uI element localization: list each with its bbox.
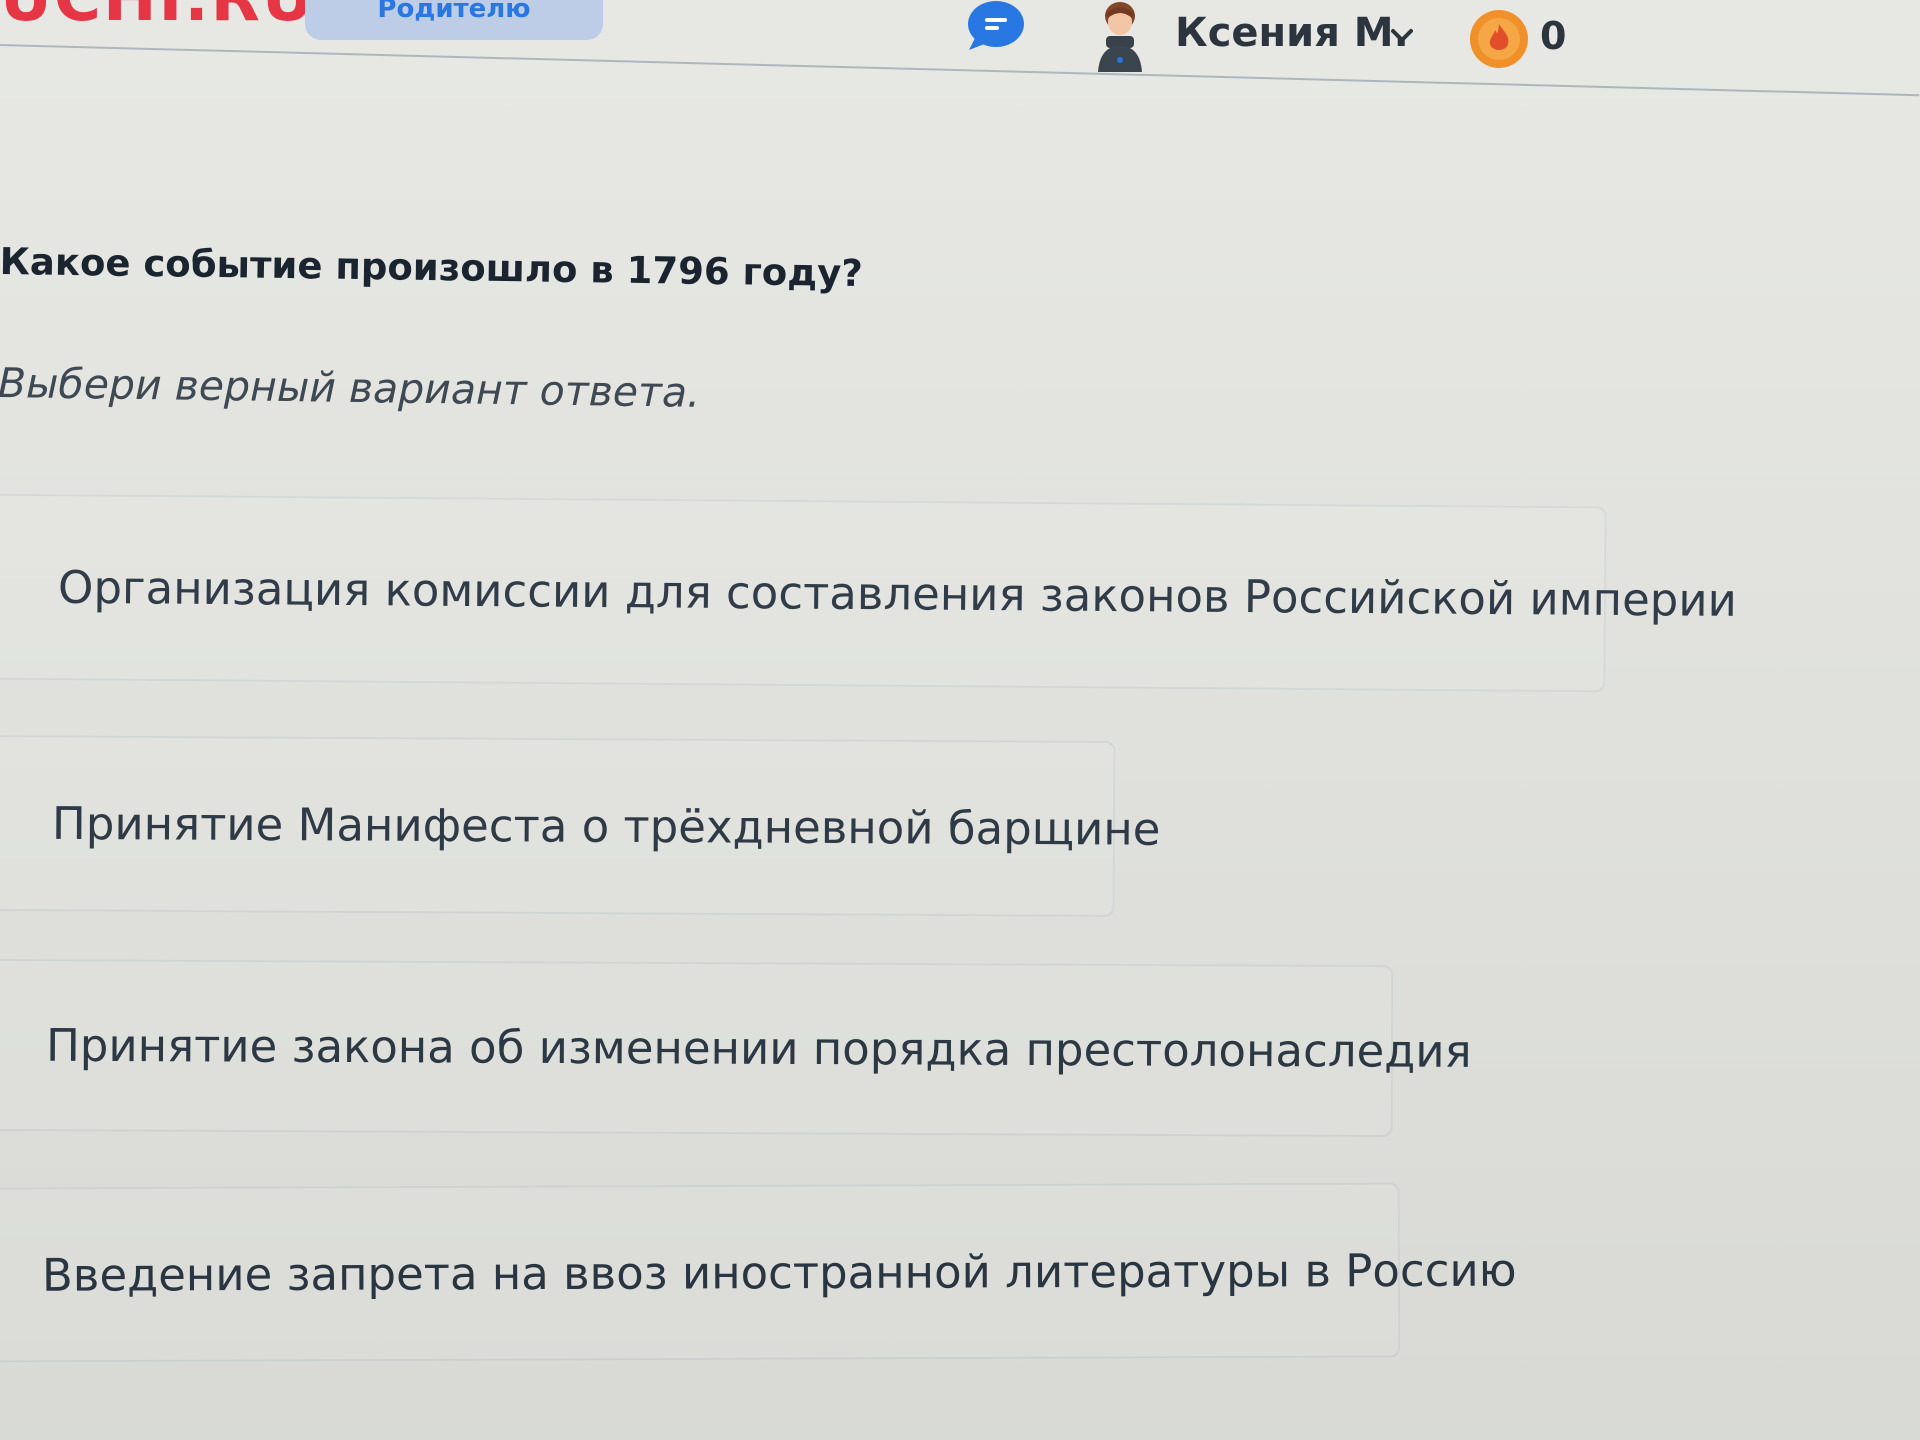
question-title: Какое событие произошло в 1796 году?	[0, 240, 864, 296]
answer-option-4[interactable]: Введение запрета на ввоз иностранной лит…	[0, 1182, 1517, 1363]
parent-button[interactable]: Родителю	[305, 0, 603, 40]
answer-option-1[interactable]: Организация комиссии для составления зак…	[0, 493, 1737, 693]
answer-option-3[interactable]: Принятие закона об изменении порядка пре…	[0, 958, 1472, 1138]
user-name[interactable]: Ксения М.	[1175, 10, 1409, 56]
coin-icon[interactable]	[1468, 8, 1530, 70]
answer-option-label: Принятие Манифеста о трёхдневной барщине	[51, 796, 1161, 856]
chat-bubble-icon[interactable]	[965, 0, 1027, 52]
answer-option-2[interactable]: Принятие Манифеста о трёхдневной барщине	[0, 735, 1161, 917]
top-header: UCHI.RU Родителю Ксения М. 0	[0, 0, 1920, 97]
user-avatar[interactable]	[1092, 0, 1148, 72]
site-logo[interactable]: UCHI.RU	[0, 0, 316, 36]
answer-option-label: Принятие закона об изменении порядка пре…	[45, 1018, 1472, 1078]
question-instruction: Выбери верный вариант ответа.	[0, 358, 701, 417]
question-block: Какое событие произошло в 1796 году? Выб…	[0, 240, 863, 419]
answer-option-label: Организация комиссии для составления зак…	[57, 560, 1738, 627]
chevron-down-icon[interactable]	[1388, 26, 1416, 46]
answer-option-label: Введение запрета на ввоз иностранной лит…	[41, 1243, 1517, 1302]
header-divider	[0, 44, 1920, 97]
coin-count: 0	[1540, 14, 1567, 58]
